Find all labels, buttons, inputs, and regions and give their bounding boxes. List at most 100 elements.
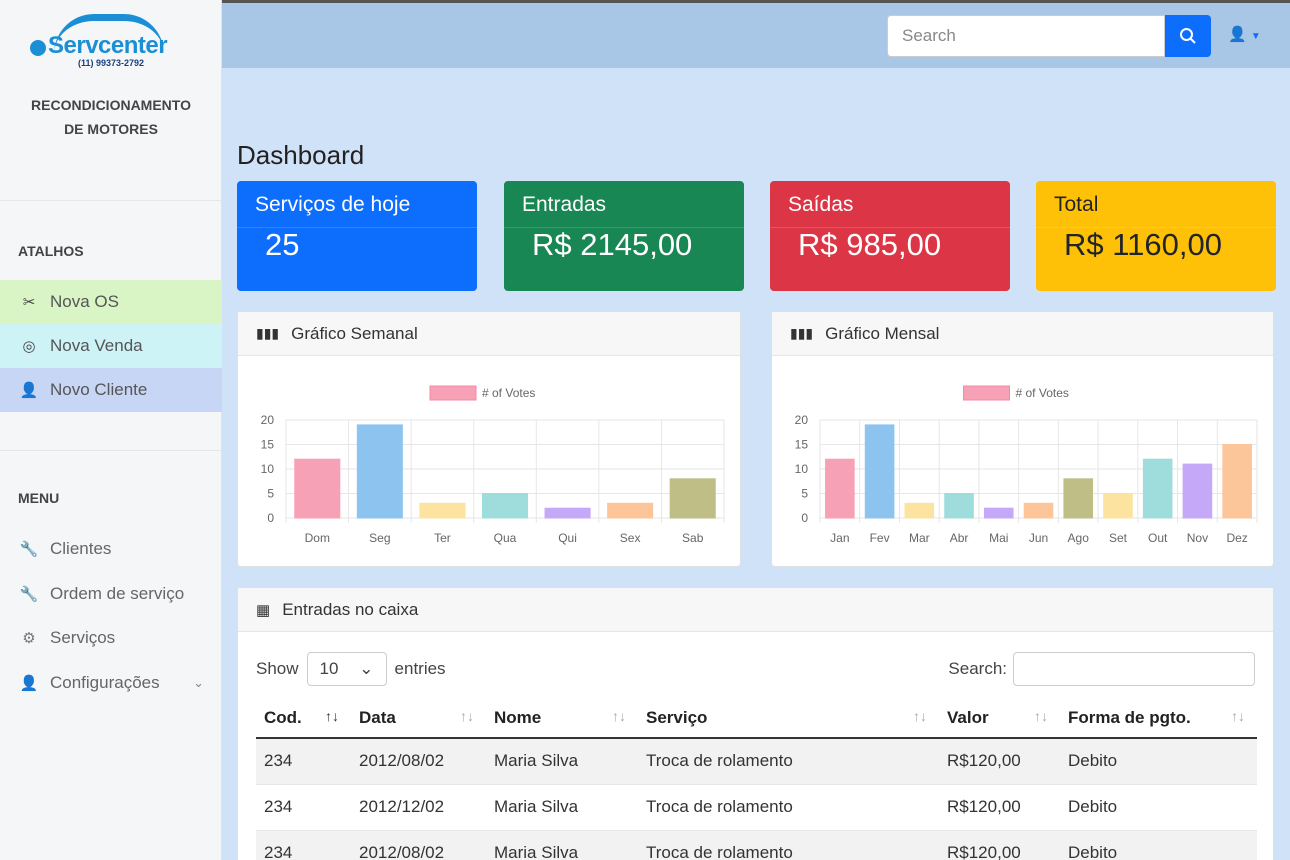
brand-subtitle-line1: RECONDICIONAMENTO (31, 97, 191, 113)
stat-label: Serviços de hoje (255, 193, 411, 216)
bar (669, 478, 716, 519)
menu-item-label: Clientes (50, 539, 112, 558)
bar (825, 458, 855, 519)
x-tick-label: Nov (1187, 531, 1208, 545)
x-tick-label: Out (1148, 531, 1168, 545)
chevron-down-icon: ⌄ (359, 659, 374, 678)
table-header: ▦ Entradas no caixa (238, 588, 1273, 632)
column-header[interactable]: Cod. ↑↓ (256, 698, 351, 739)
shortcut-nova-os[interactable]: ✂ Nova OS (0, 280, 222, 324)
user-plus-icon: 👤 (19, 382, 39, 399)
x-tick-label: Qui (558, 531, 577, 545)
table-search: Search: (948, 652, 1255, 686)
y-tick-label: 20 (795, 413, 809, 427)
menu-item-configuracoes[interactable]: 👤 Configurações ⌄ (0, 665, 222, 701)
monthly-bar-chart: # of Votes 0 5 10 15 20 Jan Fev Mar Abr Mai Jun Ago S… (795, 385, 1258, 545)
chart-title: Gráfico Mensal (825, 323, 940, 343)
brand-subtitle: RECONDICIONAMENTO DE MOTORES (0, 93, 222, 141)
table-row[interactable]: 234 2012/08/02 Maria Silva Troca de rola… (256, 738, 1257, 785)
weekly-bar-chart: # of Votes 0 5 10 15 20 Dom Seg Ter Qua Qui Sex Sab (261, 385, 725, 545)
x-tick-label: Sex (620, 531, 641, 545)
bar (944, 493, 974, 519)
wrench-icon: 🔧 (19, 586, 39, 603)
table-icon: ▦ (256, 601, 271, 619)
user-icon: 👤 (1228, 26, 1247, 43)
circle-icon: ◎ (22, 338, 36, 355)
stat-value: R$ 2145,00 (532, 227, 693, 262)
column-header[interactable]: Valor ↑↓ (939, 698, 1060, 739)
y-tick-label: 5 (801, 487, 808, 501)
column-label: Serviço (646, 707, 708, 727)
sort-icon: ↑↓ (1231, 707, 1245, 724)
table-header-row: Cod. ↑↓ Data ↑↓ Nome ↑↓ Serviço ↑↓ Valor ↑↓ F… (256, 698, 1257, 739)
x-tick-label: Ter (434, 531, 451, 545)
bar (294, 458, 341, 519)
user-icon: 👤 (19, 675, 39, 692)
y-tick-label: 15 (795, 438, 809, 452)
menu-item-label: Ordem de serviço (50, 584, 185, 603)
table-search-label: Search: (948, 659, 1007, 678)
stat-value: R$ 1160,00 (1064, 227, 1222, 262)
stat-card-total: Total R$ 1160,00 (1036, 181, 1276, 291)
x-tick-label: Dez (1226, 531, 1247, 545)
sidebar: Servcenter (11) 99373-2792 RECONDICIONAM… (0, 0, 222, 860)
bar (864, 424, 895, 519)
bar (356, 424, 403, 519)
bar (1023, 502, 1054, 519)
x-tick-label: Abr (950, 531, 969, 545)
brand-phone: (11) 99373-2792 (78, 58, 145, 68)
chevron-down-icon: ⌄ (193, 675, 204, 690)
shortcut-label: Nova OS (50, 292, 119, 311)
legend-label: # of Votes (482, 386, 535, 400)
menu-item-label: Serviços (50, 628, 116, 647)
y-tick-label: 10 (795, 462, 809, 476)
monthly-chart-card: ▮▮▮ Gráfico Mensal # of Votes 0 5 10 15 20 Jan… (771, 311, 1274, 567)
brand-logo[interactable]: Servcenter (11) 99373-2792 (26, 10, 196, 74)
table-search-input[interactable] (1013, 652, 1255, 686)
bar (419, 502, 466, 519)
column-label: Valor (947, 707, 989, 727)
table-row[interactable]: 234 2012/12/02 Maria Silva Troca de rola… (256, 784, 1257, 831)
table-cell: Maria Silva (486, 830, 638, 860)
entries-select-value: 10 (319, 659, 339, 678)
table-cell: 2012/08/02 (351, 830, 486, 860)
menu-item-label: Configurações (50, 673, 160, 692)
menu-item-ordem-de-servico[interactable]: 🔧 Ordem de serviço (0, 576, 222, 612)
table-cell: Debito (1060, 784, 1257, 831)
shortcut-novo-cliente[interactable]: 👤 Novo Cliente (0, 368, 222, 412)
bar (1182, 463, 1213, 519)
table-cell: Debito (1060, 738, 1257, 785)
legend-swatch (429, 385, 477, 401)
bar (481, 493, 529, 519)
y-tick-label: 20 (261, 413, 275, 427)
chart-header: ▮▮▮ Gráfico Semanal (238, 312, 740, 356)
menu-item-clientes[interactable]: 🔧 Clientes (0, 531, 222, 567)
wrench-icon: 🔧 (19, 541, 39, 558)
column-header[interactable]: Data ↑↓ (351, 698, 486, 739)
search-button[interactable] (1165, 15, 1211, 57)
table-cell: Maria Silva (486, 738, 638, 785)
column-header[interactable]: Serviço ↑↓ (638, 698, 939, 739)
shortcut-nova-venda[interactable]: ◎ Nova Venda (0, 324, 222, 368)
x-tick-label: Jan (830, 531, 849, 545)
entries-select[interactable]: 10 ⌄ (306, 652, 387, 686)
table-cell: 2012/12/02 (351, 784, 486, 831)
column-header[interactable]: Nome ↑↓ (486, 698, 638, 739)
bar-chart-icon: ▮▮▮ (256, 325, 280, 341)
stat-label: Saídas (788, 193, 854, 216)
table-row[interactable]: 234 2012/08/02 Maria Silva Troca de rola… (256, 830, 1257, 860)
column-label: Cod. (264, 707, 302, 727)
sort-icon: ↑↓ (612, 707, 626, 724)
x-tick-label: Fev (870, 531, 890, 545)
search-input[interactable]: Search (887, 15, 1165, 57)
table-cell: 234 (256, 738, 351, 785)
menu-item-servicos[interactable]: ⚙ Serviços (0, 620, 222, 656)
brand-name: Servcenter (48, 32, 168, 59)
column-header[interactable]: Forma de pgto. ↑↓ (1060, 698, 1257, 739)
shortcut-label: Nova Venda (50, 336, 143, 355)
user-menu-button[interactable]: 👤 ▼ (1228, 25, 1261, 43)
search-icon (1180, 28, 1196, 44)
table-cell: 234 (256, 784, 351, 831)
chart-header: ▮▮▮ Gráfico Mensal (772, 312, 1273, 356)
x-tick-label: Dom (305, 531, 330, 545)
